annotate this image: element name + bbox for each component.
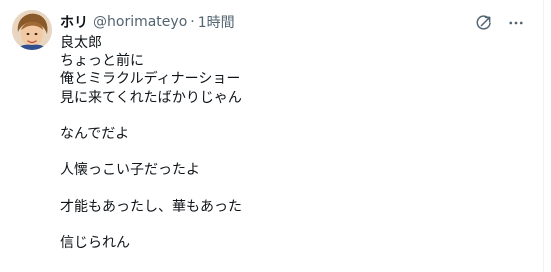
tweet-text-line: 俺とミラクルディナーショー — [60, 71, 241, 88]
tweet-text-line: 信じられん — [60, 235, 130, 252]
tweet-text-line: 才能もあったし、華もあった — [60, 198, 242, 215]
tweet-text-line: 見に来てくれたばかりじゃん — [60, 89, 242, 106]
tweet-text-line: なんでだよ — [60, 126, 130, 142]
tweet-text-line: 人懐っこい子だったよ — [60, 162, 200, 179]
tweet-card[interactable]: ホリ @horimateyo · 1時間 良太郎 ちょっと前に 俺とミラクルディ… — [0, 0, 544, 272]
display-name[interactable]: ホリ — [60, 12, 88, 32]
grok-button[interactable] — [473, 12, 495, 34]
more-icon — [509, 21, 523, 25]
grok-icon — [476, 15, 491, 30]
tweet-header: ホリ @horimateyo · 1時間 — [60, 12, 235, 32]
tweet-text-line: 良太郎 — [60, 35, 102, 51]
separator-dot: · — [190, 14, 195, 30]
tweet-actions — [473, 12, 527, 34]
avatar[interactable] — [12, 10, 52, 50]
tweet-text: 良太郎 ちょっと前に 俺とミラクルディナーショー 見に来てくれたばかりじゃん な… — [60, 34, 520, 252]
tweet-text-line: ちょっと前に — [60, 53, 144, 70]
profile-photo-icon — [12, 10, 52, 50]
user-handle[interactable]: @horimateyo — [93, 14, 187, 30]
timestamp[interactable]: 1時間 — [198, 12, 235, 32]
more-button[interactable] — [505, 12, 527, 34]
